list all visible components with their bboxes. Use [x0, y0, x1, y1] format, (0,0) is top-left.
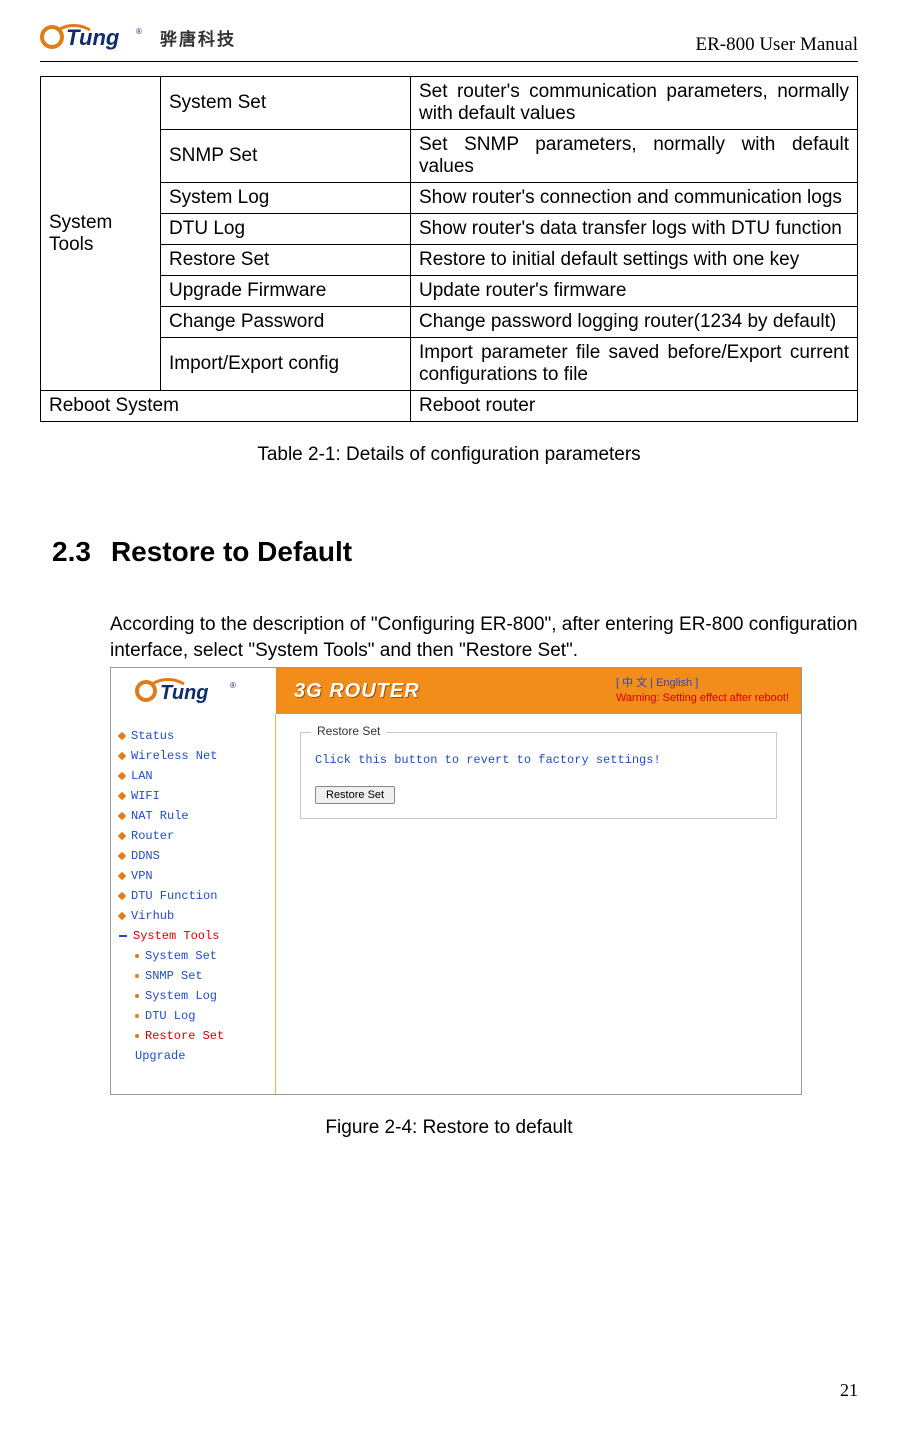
sidebar-item-lan[interactable]: LAN	[119, 766, 267, 786]
sidebar: Status Wireless Net LAN WIFI NAT Rule Ro…	[111, 714, 276, 1094]
diamond-icon	[118, 772, 126, 780]
lang-switch[interactable]: [ 中 文 | English ]	[616, 676, 789, 691]
brand-block: Tung ® 骅唐科技	[40, 18, 236, 56]
section-title: Restore to Default	[111, 536, 352, 567]
param-desc: Import parameter file saved before/Expor…	[411, 338, 858, 391]
param-desc: Change password logging router(1234 by d…	[411, 307, 858, 338]
dot-icon	[135, 994, 139, 998]
main-panel-area: Restore Set Click this button to revert …	[276, 714, 801, 1094]
diamond-icon	[118, 912, 126, 920]
page-header: Tung ® 骅唐科技 ER-800 User Manual	[40, 18, 858, 62]
param-desc: Update router's firmware	[411, 276, 858, 307]
shot-body: Status Wireless Net LAN WIFI NAT Rule Ro…	[111, 714, 801, 1094]
svg-text:Tung: Tung	[66, 25, 120, 50]
param-desc: Show router's connection and communicati…	[411, 183, 858, 214]
sidebar-item-vpn[interactable]: VPN	[119, 866, 267, 886]
shot-banner: 3G ROUTER [ 中 文 | English ] Warning: Set…	[276, 668, 801, 714]
sidebar-item-nat-rule[interactable]: NAT Rule	[119, 806, 267, 826]
svg-text:®: ®	[136, 27, 142, 36]
param-desc: Show router's data transfer logs with DT…	[411, 214, 858, 245]
sidebar-item-router[interactable]: Router	[119, 826, 267, 846]
diamond-icon	[118, 852, 126, 860]
page-number: 21	[840, 1380, 858, 1401]
diamond-icon	[118, 732, 126, 740]
param-desc: Restore to initial default settings with…	[411, 245, 858, 276]
param-name: System Log	[161, 183, 411, 214]
minus-icon	[119, 935, 127, 937]
sidebar-item-wireless-net[interactable]: Wireless Net	[119, 746, 267, 766]
etung-logo-icon: Tung ®	[40, 18, 150, 56]
diamond-icon	[118, 812, 126, 820]
param-name: SNMP Set	[161, 130, 411, 183]
sidebar-item-system-tools[interactable]: System Tools	[119, 926, 267, 946]
doc-title: ER-800 User Manual	[695, 34, 858, 56]
param-name: Restore Set	[161, 245, 411, 276]
panel-legend: Restore Set	[311, 724, 386, 738]
shot-logo-cell: Tung ®	[111, 668, 276, 714]
param-name: Import/Export config	[161, 338, 411, 391]
subitem-snmp-set[interactable]: SNMP Set	[119, 966, 267, 986]
param-desc: Set SNMP parameters, normally with defau…	[411, 130, 858, 183]
router-admin-screenshot: Tung ® 3G ROUTER [ 中 文 | English ] Warni…	[110, 667, 802, 1095]
dot-icon	[135, 1034, 139, 1038]
param-name: Change Password	[161, 307, 411, 338]
subitem-dtu-log[interactable]: DTU Log	[119, 1006, 267, 1026]
reboot-warning: Warning: Setting effect after reboot!	[616, 691, 789, 706]
param-name: Upgrade Firmware	[161, 276, 411, 307]
brand-cn-text: 骅唐科技	[160, 25, 236, 50]
banner-title: 3G ROUTER	[294, 680, 420, 703]
subitem-system-set[interactable]: System Set	[119, 946, 267, 966]
sidebar-item-ddns[interactable]: DDNS	[119, 846, 267, 866]
sidebar-item-wifi[interactable]: WIFI	[119, 786, 267, 806]
param-desc: Reboot router	[411, 391, 858, 422]
sidebar-item-status[interactable]: Status	[119, 726, 267, 746]
subitem-upgrade[interactable]: Upgrade	[119, 1046, 267, 1066]
sidebar-item-dtu-function[interactable]: DTU Function	[119, 886, 267, 906]
sidebar-item-virhub[interactable]: Virhub	[119, 906, 267, 926]
config-params-table: System Tools System Set Set router's com…	[40, 76, 858, 422]
dot-icon	[135, 974, 139, 978]
table-caption: Table 2-1: Details of configuration para…	[40, 444, 858, 466]
restore-panel: Restore Set Click this button to revert …	[300, 732, 777, 819]
figure-caption: Figure 2-4: Restore to default	[40, 1117, 858, 1139]
section-paragraph: According to the description of "Configu…	[110, 612, 858, 663]
subitem-restore-set[interactable]: Restore Set	[119, 1026, 267, 1046]
svg-text:Tung: Tung	[160, 682, 209, 704]
dot-icon	[135, 1014, 139, 1018]
panel-message: Click this button to revert to factory s…	[315, 753, 762, 767]
diamond-icon	[118, 872, 126, 880]
dot-icon	[135, 954, 139, 958]
diamond-icon	[118, 752, 126, 760]
diamond-icon	[118, 892, 126, 900]
banner-right: [ 中 文 | English ] Warning: Setting effec…	[616, 676, 789, 706]
etung-logo-small-icon: Tung ®	[134, 674, 254, 708]
subitem-system-log[interactable]: System Log	[119, 986, 267, 1006]
param-name: Reboot System	[41, 391, 411, 422]
svg-text:®: ®	[230, 681, 236, 690]
group-label: System Tools	[41, 77, 161, 391]
shot-header: Tung ® 3G ROUTER [ 中 文 | English ] Warni…	[111, 668, 801, 714]
diamond-icon	[118, 832, 126, 840]
diamond-icon	[118, 792, 126, 800]
param-name: System Set	[161, 77, 411, 130]
section-number: 2.3	[52, 536, 91, 567]
param-desc: Set router's communication parameters, n…	[411, 77, 858, 130]
section-heading: 2.3 Restore to Default	[52, 536, 858, 568]
param-name: DTU Log	[161, 214, 411, 245]
restore-set-button[interactable]: Restore Set	[315, 786, 395, 804]
